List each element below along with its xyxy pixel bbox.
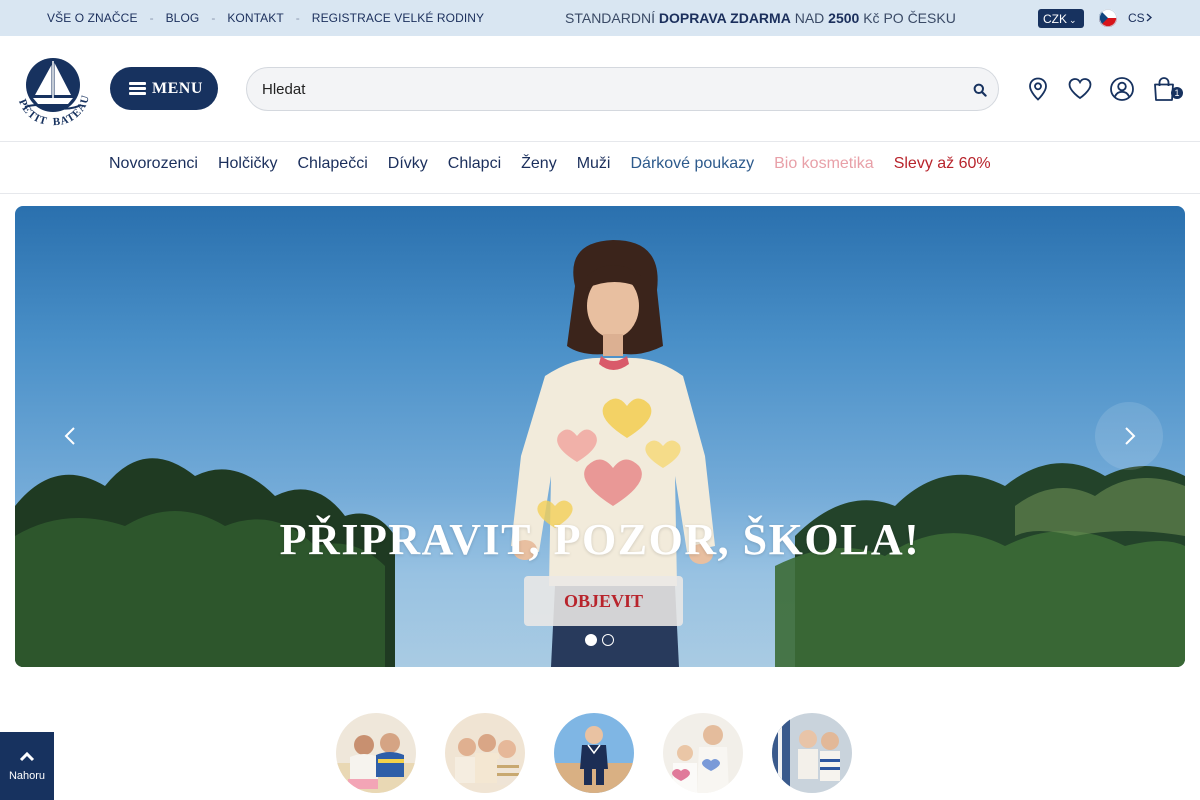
nav-item-gift-vouchers[interactable]: Dárkové poukazy [630,155,754,173]
main-navigation: Novorozenci Holčičky Chlapečci Dívky Chl… [0,141,1200,194]
back-to-top-label: Nahoru [8,770,46,782]
separator: - [295,11,300,25]
menu-button[interactable]: MENU [110,67,218,110]
link-about-brand[interactable]: VŠE O ZNAČCE [47,11,138,25]
back-to-top-button[interactable]: Nahoru [0,732,54,800]
shipping-amount: 2500 [828,10,860,26]
separator: - [211,11,216,25]
link-large-family-registration[interactable]: REGISTRACE VELKÉ RODINY [312,11,484,25]
shipping-suffix: Kč PO ČESKU [863,10,956,26]
nav-item-baby-girls[interactable]: Holčičky [218,155,278,173]
menu-label: MENU [152,79,203,97]
carousel-dot-2[interactable] [602,634,614,646]
shipping-mid: NAD [794,10,825,26]
hero-carousel[interactable]: PŘIPRAVIT, POZOR, ŠKOLA! OBJEVIT [15,206,1185,667]
search-icon[interactable] [973,83,987,97]
language-label: CS [1128,11,1145,25]
category-circle-4[interactable] [663,713,743,793]
top-bar: VŠE O ZNAČCE - BLOG - KONTAKT - REGISTRA… [0,0,1200,36]
shipping-free: DOPRAVA ZDARMA [658,10,791,26]
shipping-banner: STANDARDNÍ DOPRAVA ZDARMA NAD 2500 Kč PO… [565,10,956,26]
chevron-right-icon[interactable] [1121,422,1139,450]
nav-item-women[interactable]: Ženy [521,155,557,173]
category-circle-5[interactable] [772,713,852,793]
category-circles [336,713,852,793]
carousel-dot-1[interactable] [585,634,597,646]
language-selector[interactable]: CS [1128,11,1152,25]
shipping-prefix: STANDARDNÍ [565,10,655,26]
hero-title: PŘIPRAVIT, POZOR, ŠKOLA! [279,515,921,564]
nav-item-bio-cosmetics[interactable]: Bio kosmetika [774,155,874,173]
hamburger-icon [129,82,146,95]
store-locator-icon[interactable] [1025,76,1051,102]
category-circle-2[interactable] [445,713,525,793]
carousel-dots [585,634,614,646]
chevron-up-icon [19,751,35,762]
top-links: VŠE O ZNAČCE - BLOG - KONTAKT - REGISTRA… [47,11,484,25]
czech-flag-icon[interactable] [1099,9,1117,27]
category-circle-3[interactable] [554,713,634,793]
chevron-down-icon: ⌄ [1069,15,1077,25]
wishlist-heart-icon[interactable] [1067,76,1093,102]
search-input[interactable] [262,78,952,100]
chevron-right-icon [1146,13,1152,22]
chevron-left-icon[interactable] [61,422,79,450]
category-circle-1[interactable] [336,713,416,793]
link-contact[interactable]: KONTAKT [227,11,283,25]
currency-label: CZK [1043,12,1067,26]
currency-selector[interactable]: CZK ⌄ [1038,9,1084,28]
nav-item-sale[interactable]: Slevy až 60% [894,155,991,173]
separator: - [149,11,154,25]
search-bar [246,67,999,111]
nav-item-baby-boys[interactable]: Chlapečci [298,155,368,173]
petit-bateau-logo[interactable]: PETIT BATEAU [13,51,93,128]
nav-item-boys[interactable]: Chlapci [448,155,501,173]
nav-item-newborns[interactable]: Novorozenci [109,155,198,173]
nav-item-girls[interactable]: Dívky [388,155,428,173]
hero-discover-button[interactable]: OBJEVIT [524,576,683,626]
cart-count-badge: 1 [1171,87,1183,99]
link-blog[interactable]: BLOG [166,11,200,25]
nav-item-men[interactable]: Muži [577,155,611,173]
account-icon[interactable] [1109,76,1135,102]
